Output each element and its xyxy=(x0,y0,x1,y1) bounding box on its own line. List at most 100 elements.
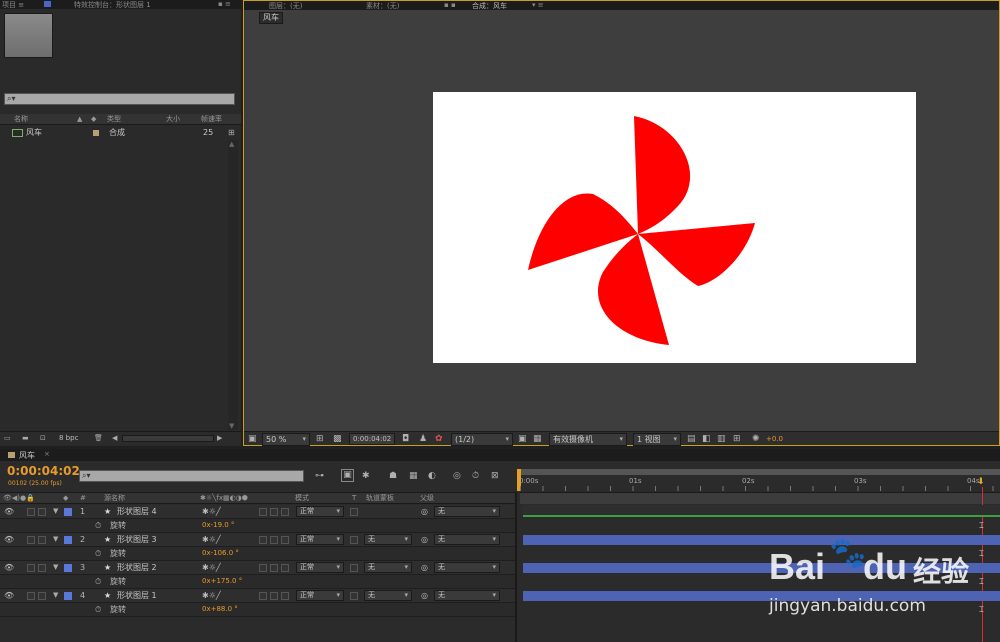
layer-row[interactable]: 👁 ▼ 3 ★ 形状图层 2 ✱☼╱ 正常 无 ◎ 无 xyxy=(0,561,515,575)
expand-triangle-icon[interactable]: ▼ xyxy=(53,533,58,546)
lock-switch[interactable] xyxy=(38,536,46,544)
expand-triangle-icon[interactable]: ▼ xyxy=(53,505,58,518)
composition-canvas[interactable] xyxy=(433,92,916,363)
current-time-indicator-icon[interactable]: ⬇ xyxy=(977,477,985,487)
footage-viewer-tab[interactable]: 素材：(无) xyxy=(366,1,399,10)
solo-switch[interactable] xyxy=(27,536,35,544)
switch-mb[interactable] xyxy=(270,508,278,516)
blend-mode-select[interactable]: 正常 xyxy=(296,534,344,545)
layer-viewer-tab[interactable]: 图层：(无) xyxy=(269,1,302,10)
visibility-eye-icon[interactable]: 👁 xyxy=(4,533,14,546)
layer-row[interactable]: 👁 ▼ 2 ★ 形状图层 3 ✱☼╱ 正常 无 ◎ 无 xyxy=(0,533,515,547)
parent-pickwhip-icon[interactable]: ◎ xyxy=(421,561,428,574)
exposure-value[interactable]: +0.0 xyxy=(766,435,783,443)
layer-switches[interactable]: ✱☼╱ xyxy=(202,533,221,546)
switch-fx[interactable] xyxy=(259,592,267,600)
track-matte-select[interactable]: 无 xyxy=(364,562,412,573)
fast-preview-icon[interactable]: ◧ xyxy=(702,434,711,444)
switch-mb[interactable] xyxy=(270,564,278,572)
lock-switch[interactable] xyxy=(38,564,46,572)
channel-icon[interactable]: ✿ xyxy=(435,434,443,444)
property-row[interactable]: ⏱ 旋转 0x-19.0 ° xyxy=(0,519,515,533)
layer-label-chip[interactable] xyxy=(64,508,72,516)
layer-name[interactable]: 形状图层 2 xyxy=(117,561,157,574)
viewer-timecode[interactable]: 0:00:04:02 xyxy=(349,433,396,445)
exposure-icon[interactable]: ✺ xyxy=(752,434,760,444)
track-matte-select[interactable]: 无 xyxy=(364,590,412,601)
keyframe-marker[interactable]: ⌶ xyxy=(979,521,984,531)
live-update-icon[interactable]: ▣ xyxy=(341,469,354,482)
parent-pickwhip-icon[interactable]: ◎ xyxy=(421,533,428,546)
property-row[interactable]: ⏱ 旋转 0x-106.0 ° xyxy=(0,547,515,561)
scroll-left-icon[interactable]: ◀ xyxy=(112,432,117,445)
effects-tab[interactable]: 特效控制台：形状图层 1 xyxy=(74,0,151,9)
panel-menu-icon[interactable]: ▪ ≡ xyxy=(218,0,231,8)
blend-mode-select[interactable]: 正常 xyxy=(296,506,344,517)
comp-name-chip[interactable]: 风车 xyxy=(259,12,283,24)
time-ruler[interactable]: 0:00s 01s 02s 03s 04s ⬇ xyxy=(517,469,1000,504)
trash-icon[interactable]: 🗑 xyxy=(94,432,103,445)
property-row[interactable]: ⏱ 旋转 0x+88.0 ° xyxy=(0,603,515,617)
parent-select[interactable]: 无 xyxy=(434,506,500,517)
switch-mb[interactable] xyxy=(270,592,278,600)
layer-row[interactable]: 👁 ▼ 1 ★ 形状图层 4 ✱☼╱ 正常 ◎ 无 xyxy=(0,505,515,519)
toggle-pixel-icon[interactable]: ▤ xyxy=(687,434,696,444)
preserve-transparency-switch[interactable] xyxy=(350,564,358,572)
expand-triangle-icon[interactable]: ▼ xyxy=(53,589,58,602)
visibility-eye-icon[interactable]: 👁 xyxy=(4,561,14,574)
layer-switches[interactable]: ✱☼╱ xyxy=(202,505,221,518)
layer-name[interactable]: 形状图层 4 xyxy=(117,505,157,518)
views-select[interactable]: 1 视图 xyxy=(633,433,681,446)
preserve-transparency-switch[interactable] xyxy=(350,508,358,516)
comp-tab-menu-icon[interactable]: ▾ ≡ xyxy=(532,1,544,9)
property-row[interactable]: ⏱ 旋转 0x+175.0 ° xyxy=(0,575,515,589)
column-name[interactable]: 名称 xyxy=(14,114,28,125)
solo-switch[interactable] xyxy=(27,508,35,516)
new-comp-icon[interactable]: ⊡ xyxy=(40,432,46,445)
timeline-tab-close-icon[interactable]: × xyxy=(44,450,50,458)
scroll-right-icon[interactable]: ▶ xyxy=(217,432,222,445)
comp-mini-flowchart-icon[interactable]: ⊶ xyxy=(315,471,324,481)
always-preview-icon[interactable]: ▣ xyxy=(248,434,257,444)
switch-fx[interactable] xyxy=(259,508,267,516)
solo-switch[interactable] xyxy=(27,564,35,572)
interpret-footage-icon[interactable]: ▭ xyxy=(4,432,11,445)
switch-3d[interactable] xyxy=(281,592,289,600)
lock-icon[interactable]: ▪ ▪ xyxy=(444,1,456,9)
parent-select[interactable]: 无 xyxy=(434,534,500,545)
preserve-transparency-switch[interactable] xyxy=(350,592,358,600)
auto-keyframe-icon[interactable]: ⏱ xyxy=(472,471,479,481)
solo-switch[interactable] xyxy=(27,592,35,600)
safe-zones-icon[interactable]: ⊞ xyxy=(316,434,324,444)
stopwatch-icon[interactable]: ⏱ xyxy=(95,519,101,532)
camera-select[interactable]: 有效摄像机 xyxy=(549,433,627,446)
project-scrollbar[interactable]: ▲ ▼ xyxy=(228,140,238,430)
timeline-timecode[interactable]: 0:00:04:02 xyxy=(7,464,80,478)
layer-switches[interactable]: ✱☼╱ xyxy=(202,561,221,574)
lock-switch[interactable] xyxy=(38,592,46,600)
timeline-search-input[interactable]: ⌕▾ xyxy=(79,470,304,482)
frame-blending-icon[interactable]: ▦ xyxy=(409,471,418,481)
brainstorm-icon[interactable]: ◎ xyxy=(453,471,461,481)
project-item-row[interactable]: 风车 合成 25 xyxy=(0,127,227,139)
layer-label-chip[interactable] xyxy=(64,592,72,600)
draft-3d-icon[interactable]: ✱ xyxy=(362,471,370,481)
track-matte-select[interactable]: 无 xyxy=(364,534,412,545)
column-fps[interactable]: 帧速率 xyxy=(201,114,222,125)
switch-fx[interactable] xyxy=(259,564,267,572)
stopwatch-icon[interactable]: ⏱ xyxy=(95,575,101,588)
project-tab[interactable]: 项目 ≡ xyxy=(2,0,24,9)
blend-mode-select[interactable]: 正常 xyxy=(296,562,344,573)
transparency-grid-icon[interactable]: ▩ xyxy=(333,434,342,444)
region-of-interest-icon[interactable]: ▣ xyxy=(518,434,527,444)
hide-shy-icon[interactable]: ☗ xyxy=(389,471,397,481)
horizontal-scrollbar[interactable] xyxy=(122,435,214,442)
stopwatch-icon[interactable]: ⏱ xyxy=(95,547,101,560)
timeline-tab[interactable]: 风车 xyxy=(19,450,35,461)
scroll-down-icon[interactable]: ▼ xyxy=(229,422,234,430)
rotation-value[interactable]: 0x+88.0 ° xyxy=(202,603,238,616)
layer-name[interactable]: 形状图层 3 xyxy=(117,533,157,546)
parent-select[interactable]: 无 xyxy=(434,590,500,601)
bpc-label[interactable]: 8 bpc xyxy=(59,432,78,445)
layer-switches[interactable]: ✱☼╱ xyxy=(202,589,221,602)
